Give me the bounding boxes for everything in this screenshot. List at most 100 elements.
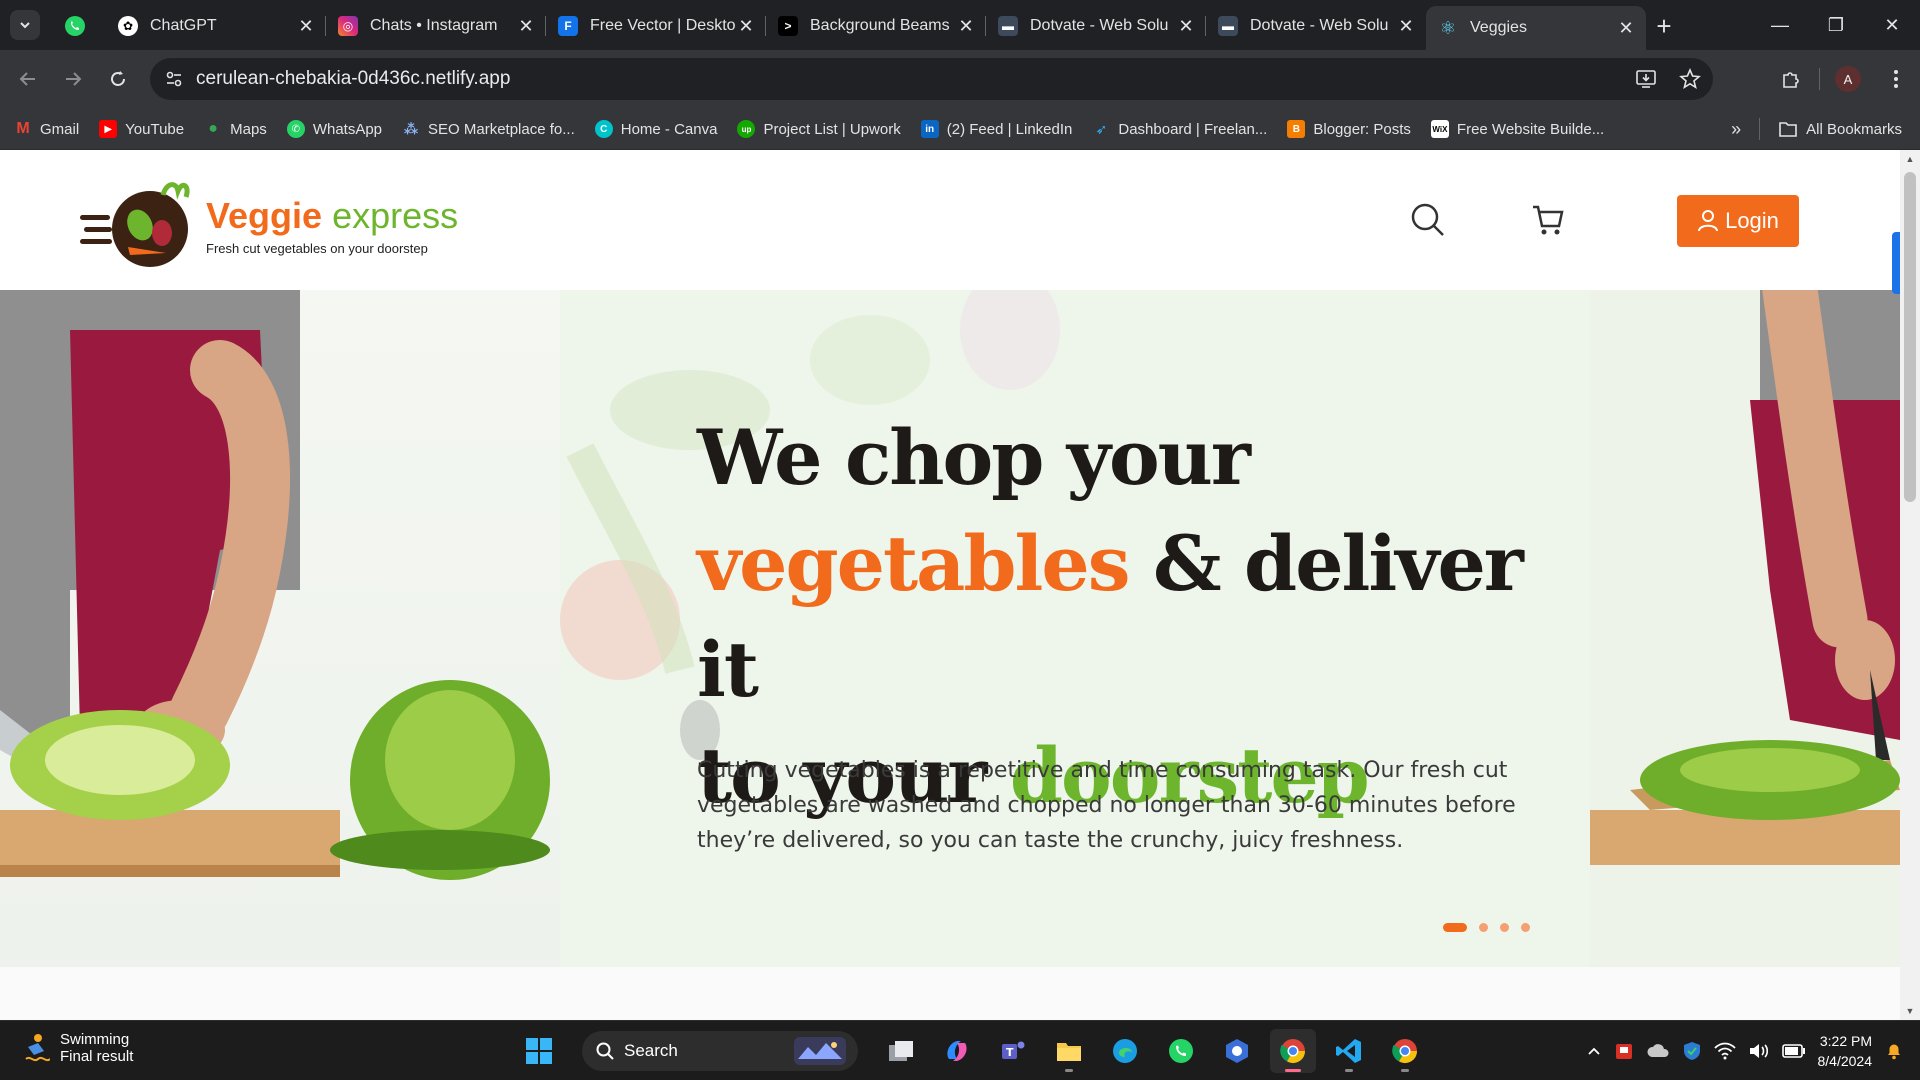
- tab-background-beams[interactable]: > Background Beams ✕: [766, 6, 986, 46]
- bookmark-linkedin[interactable]: in (2) Feed | LinkedIn: [920, 120, 1072, 138]
- close-icon[interactable]: ✕: [736, 16, 756, 36]
- bookmark-canva[interactable]: C Home - Canva: [594, 120, 718, 138]
- scroll-down-icon[interactable]: ▼: [1905, 1006, 1915, 1016]
- tray-app-icon[interactable]: [1614, 1041, 1634, 1061]
- pinned-tab-whatsapp[interactable]: [60, 12, 90, 40]
- slider-dot[interactable]: [1521, 923, 1530, 932]
- chrome-icon: [1392, 1039, 1417, 1064]
- install-app-icon[interactable]: [1635, 68, 1657, 90]
- tab-dotvate-2[interactable]: ▬ Dotvate - Web Solu ✕: [1206, 6, 1426, 46]
- restore-icon[interactable]: ❐: [1808, 0, 1864, 50]
- cart-button[interactable]: [1530, 202, 1570, 242]
- bookmark-label: YouTube: [125, 120, 185, 138]
- edge-icon: [1113, 1039, 1137, 1063]
- tab-instagram[interactable]: ◎ Chats • Instagram ✕: [326, 6, 546, 46]
- wifi-icon[interactable]: [1713, 1042, 1736, 1060]
- site-search-button[interactable]: [1410, 202, 1450, 242]
- chrome-button[interactable]: [1270, 1029, 1316, 1073]
- scroll-thumb[interactable]: [1904, 172, 1916, 502]
- reload-icon: [111, 71, 125, 86]
- hero-highlight-vegetables: vegetables: [697, 519, 1131, 608]
- side-panel-handle[interactable]: [1892, 232, 1900, 294]
- bookmark-whatsapp[interactable]: ✆ WhatsApp: [286, 120, 382, 138]
- chrome-profile-button[interactable]: [1382, 1029, 1428, 1073]
- vscode-icon: [1336, 1039, 1361, 1063]
- close-window-icon[interactable]: ✕: [1864, 0, 1920, 50]
- bookmark-seo-marketplace[interactable]: ⁂ SEO Marketplace fo...: [402, 120, 575, 138]
- whatsapp-icon: [1169, 1039, 1193, 1063]
- edge-button[interactable]: [1102, 1029, 1148, 1073]
- teams-button[interactable]: T: [990, 1029, 1036, 1073]
- whatsapp-app-button[interactable]: [1158, 1029, 1204, 1073]
- blogger-icon: B: [1287, 120, 1306, 138]
- extensions-button[interactable]: [1767, 58, 1815, 100]
- vpn-app-button[interactable]: [1214, 1029, 1260, 1073]
- tab-freepik[interactable]: F Free Vector | Deskto ✕: [546, 6, 766, 46]
- bookmark-blogger[interactable]: B Blogger: Posts: [1287, 120, 1411, 138]
- chevron-up-icon[interactable]: [1586, 1043, 1602, 1059]
- bookmark-youtube[interactable]: ▶ YouTube: [99, 120, 184, 138]
- menu-button[interactable]: [1872, 58, 1920, 100]
- bookmarks-bar: M Gmail ▶ YouTube ● Maps ✆ WhatsApp ⁂ SEO Mar…: [0, 108, 1920, 150]
- tab-dotvate-1[interactable]: ▬ Dotvate - Web Solu ✕: [986, 6, 1206, 46]
- address-bar[interactable]: cerulean-chebakia-0d436c.netlify.app: [150, 58, 1713, 100]
- bookmark-freelancer[interactable]: ➶ Dashboard | Freelan...: [1092, 120, 1268, 138]
- bookmark-gmail[interactable]: M Gmail: [14, 120, 79, 138]
- scroll-up-icon[interactable]: ▲: [1905, 154, 1915, 164]
- slider-dot[interactable]: [1500, 923, 1509, 932]
- tab-veggies[interactable]: ⚛ Veggies ✕: [1426, 6, 1646, 50]
- bookmark-label: Home - Canva: [620, 120, 718, 138]
- hero-heading-line2: vegetables & deliver it: [697, 511, 1597, 723]
- swimmer-icon: [25, 1034, 50, 1062]
- minimize-icon[interactable]: —: [1752, 0, 1808, 50]
- notification-bell-icon[interactable]: [1884, 1041, 1904, 1061]
- tab-chatgpt[interactable]: ✿ ChatGPT ✕: [106, 6, 326, 46]
- slider-dot[interactable]: [1443, 923, 1467, 932]
- bookmark-label: Blogger: Posts: [1313, 120, 1411, 138]
- bookmark-label: Gmail: [40, 120, 80, 138]
- folder-icon: [1779, 122, 1797, 137]
- close-icon[interactable]: ✕: [516, 16, 536, 36]
- taskbar-search[interactable]: Search: [582, 1031, 858, 1071]
- vscode-button[interactable]: [1326, 1029, 1372, 1073]
- battery-icon[interactable]: [1781, 1044, 1806, 1058]
- copilot-button[interactable]: [934, 1029, 980, 1073]
- back-button[interactable]: [10, 61, 46, 97]
- weather-widget[interactable]: Swimming Final result: [24, 1031, 133, 1065]
- tab-title: Chats • Instagram: [370, 17, 498, 34]
- site-logo[interactable]: Veggie express Fresh cut vegetables on y…: [78, 175, 458, 270]
- close-icon[interactable]: ✕: [296, 16, 316, 36]
- bookmark-maps[interactable]: ● Maps: [204, 120, 267, 138]
- close-icon[interactable]: ✕: [1396, 16, 1416, 36]
- reload-button[interactable]: [100, 61, 136, 97]
- task-view-button[interactable]: [878, 1029, 924, 1073]
- login-button[interactable]: Login: [1677, 195, 1799, 247]
- all-bookmarks[interactable]: All Bookmarks: [1778, 120, 1902, 138]
- bookmark-upwork[interactable]: up Project List | Upwork: [737, 120, 901, 138]
- close-icon[interactable]: ✕: [1616, 18, 1636, 38]
- youtube-icon: ▶: [99, 120, 118, 138]
- site-info-icon[interactable]: [154, 58, 194, 100]
- more-bookmarks-icon[interactable]: »: [1731, 119, 1741, 140]
- tab-search-button[interactable]: [10, 10, 40, 40]
- instagram-icon: ◎: [338, 16, 358, 36]
- network-icon: ⁂: [403, 120, 419, 137]
- tab-title: Background Beams: [810, 17, 950, 34]
- tab-list: ✿ ChatGPT ✕ ◎ Chats • Instagram ✕ F Free…: [106, 6, 1682, 50]
- tab-title: Veggies: [1470, 19, 1527, 36]
- close-icon[interactable]: ✕: [1176, 16, 1196, 36]
- speaker-icon[interactable]: [1748, 1042, 1770, 1060]
- system-clock[interactable]: 3:22 PM 8/4/2024: [1818, 1031, 1873, 1071]
- star-icon[interactable]: [1679, 68, 1701, 90]
- new-tab-button[interactable]: +: [1646, 6, 1682, 46]
- forward-button[interactable]: [55, 61, 91, 97]
- start-button[interactable]: [516, 1029, 562, 1073]
- profile-button[interactable]: A: [1824, 58, 1872, 100]
- close-icon[interactable]: ✕: [956, 16, 976, 36]
- page-scrollbar[interactable]: ▲ ▼: [1900, 150, 1920, 1020]
- defender-shield-icon[interactable]: [1682, 1041, 1702, 1061]
- slider-dot[interactable]: [1479, 923, 1488, 932]
- onedrive-icon[interactable]: [1646, 1042, 1670, 1060]
- file-explorer-button[interactable]: [1046, 1029, 1092, 1073]
- bookmark-wix[interactable]: WiX Free Website Builde...: [1430, 120, 1604, 138]
